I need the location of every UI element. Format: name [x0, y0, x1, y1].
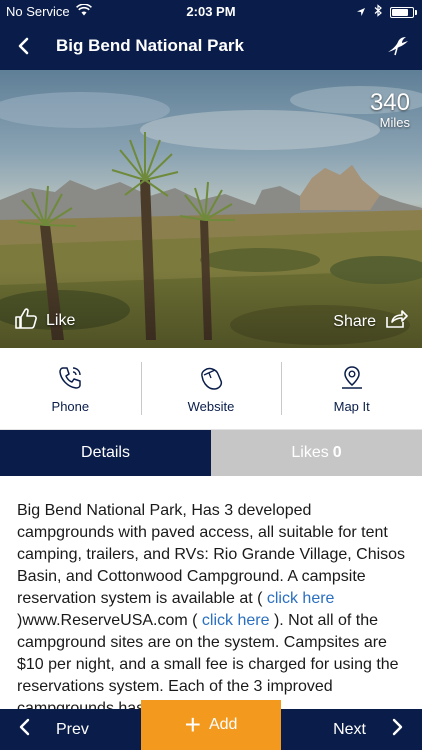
distance-indicator: 340 Miles	[370, 90, 410, 130]
tab-likes-label: Likes	[291, 444, 329, 461]
distance-unit: Miles	[379, 115, 410, 130]
website-label: Website	[187, 398, 235, 414]
likes-count: 0	[332, 444, 342, 461]
distance-value: 340	[369, 89, 410, 116]
prev-label: Prev	[56, 720, 89, 738]
back-chevron-icon[interactable]	[10, 32, 38, 60]
like-label: Like	[46, 311, 76, 329]
next-chevron-icon	[390, 718, 404, 741]
tab-bar: Details Likes 0	[0, 430, 422, 476]
reservation-link-1[interactable]: click here	[267, 590, 335, 607]
share-label: Share	[333, 312, 376, 330]
share-button[interactable]: Share	[333, 309, 408, 334]
description-part-1: Big Bend National Park, Has 3 developed …	[17, 502, 406, 607]
bird-logo-icon[interactable]	[384, 32, 412, 60]
status-bar: No Service 2:03 PM	[0, 0, 422, 22]
prev-chevron-icon	[18, 718, 32, 741]
nav-bar: Big Bend National Park	[0, 22, 422, 70]
map-pin-icon	[338, 364, 366, 395]
next-label: Next	[333, 720, 366, 738]
bluetooth-icon	[374, 4, 382, 20]
mouse-icon	[197, 364, 225, 395]
map-it-label: Map It	[333, 398, 370, 414]
phone-action[interactable]: Phone	[0, 348, 141, 429]
add-button[interactable]: + Add	[141, 700, 281, 750]
location-arrow-icon	[356, 5, 366, 20]
tab-likes[interactable]: Likes 0	[211, 430, 422, 476]
prev-button[interactable]: Prev	[18, 709, 89, 750]
add-label: Add	[208, 716, 238, 733]
next-button[interactable]: Next	[333, 709, 404, 750]
tab-details-label: Details	[81, 444, 130, 461]
phone-icon	[56, 364, 84, 395]
description-part-2: )www.ReserveUSA.com (	[17, 612, 202, 629]
phone-label: Phone	[51, 398, 90, 414]
tab-details[interactable]: Details	[0, 430, 211, 476]
plus-icon: +	[184, 709, 201, 740]
action-row: Phone Website Map It	[0, 348, 422, 430]
page-title: Big Bend National Park	[56, 36, 244, 55]
battery-icon	[390, 6, 417, 18]
park-hero-image: 340 Miles Like Share	[0, 70, 422, 348]
map-it-action[interactable]: Map It	[281, 348, 422, 429]
like-button[interactable]: Like	[14, 307, 75, 334]
website-action[interactable]: Website	[140, 348, 282, 429]
thumbs-up-icon	[14, 307, 38, 334]
reservation-link-2[interactable]: click here	[202, 612, 270, 629]
share-arrow-icon	[384, 309, 408, 334]
